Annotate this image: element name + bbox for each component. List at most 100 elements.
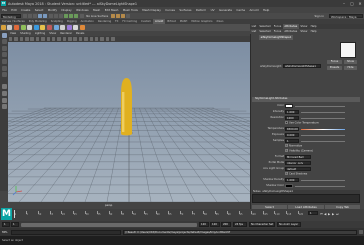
four-view-layout-icon[interactable] (1, 90, 7, 96)
range-inner-start-field[interactable]: 1 (11, 222, 19, 227)
exposure-slider[interactable] (301, 134, 345, 136)
node-tab[interactable]: aiSkyDomeLightShape1 (259, 35, 293, 40)
ae-menu-focus[interactable]: Focus (274, 30, 281, 33)
undo-icon[interactable] (38, 14, 43, 18)
menu-select[interactable]: Select (35, 8, 44, 12)
menu-mesh-tools[interactable]: Mesh Tools (123, 8, 138, 12)
menu-curves[interactable]: Curves (165, 8, 175, 12)
ae-menu-selected[interactable]: Selected (259, 30, 270, 33)
menu-edit[interactable]: Edit (11, 8, 16, 12)
viewport-menu-lighting[interactable]: Lighting (35, 32, 45, 35)
script-editor-icon[interactable] (359, 230, 364, 234)
rotate-tool-icon[interactable] (1, 58, 7, 64)
no-live-surface-label[interactable]: No Live Surface (86, 14, 108, 18)
camera-attributes-icon[interactable] (14, 37, 18, 41)
outliner-layout-icon[interactable] (1, 97, 7, 103)
menu-set-dropdown[interactable]: Modeling (1, 13, 21, 19)
menu-cache[interactable]: Cache (236, 8, 245, 12)
shadow-density-slider[interactable] (301, 179, 345, 181)
temperature-slider[interactable] (301, 128, 345, 130)
menu-surfaces[interactable]: Surfaces (179, 8, 191, 12)
presets-button[interactable]: Presets (327, 66, 342, 71)
grid-icon[interactable] (30, 37, 34, 41)
viewport-menu-view[interactable]: View (10, 32, 16, 35)
shadow-color-swatch[interactable] (285, 183, 293, 188)
range-inner-end-field[interactable]: 120 (199, 222, 209, 227)
character-set-dropdown[interactable]: No Character Set (249, 222, 275, 227)
viewport-menu-panels[interactable]: Panels (76, 32, 84, 35)
render-icon[interactable] (110, 14, 115, 18)
shelf-icon[interactable] (60, 25, 66, 30)
shelf-icon[interactable] (53, 25, 59, 30)
show-button[interactable]: Show (344, 60, 357, 65)
camera-icon[interactable] (8, 37, 13, 41)
image-plane-icon[interactable] (25, 37, 29, 41)
color-swatch[interactable] (285, 103, 293, 108)
select-object-icon[interactable] (53, 14, 58, 18)
snap-grid-icon[interactable] (64, 14, 69, 18)
ambient-occlusion-icon[interactable] (89, 37, 94, 41)
format-dropdown[interactable]: Mirrored Ball (285, 154, 311, 159)
hypershade-icon[interactable] (126, 14, 131, 18)
intensity-slider[interactable] (301, 111, 345, 113)
range-end2-field[interactable]: 200 (221, 222, 231, 227)
ae-menu-list[interactable]: List (252, 30, 257, 33)
shelf-icon[interactable] (40, 25, 46, 30)
smooth-shade-icon[interactable] (68, 37, 72, 41)
menu-help[interactable]: Help (263, 8, 269, 12)
shadow-color-slider[interactable] (295, 185, 345, 187)
shelf-icon[interactable] (33, 25, 39, 30)
menu-deform[interactable]: Deform (196, 8, 206, 12)
node-name-field[interactable]: aiSkyDomeLightShape1 (283, 64, 321, 69)
ae-menu-show[interactable]: Show (300, 30, 307, 33)
exposure-field[interactable]: 0.000 (285, 132, 299, 137)
open-scene-icon[interactable] (27, 14, 32, 18)
close-button[interactable]: ✕ (356, 1, 364, 6)
film-gate-icon[interactable] (35, 37, 40, 41)
new-scene-icon[interactable] (22, 14, 27, 18)
field-chart-icon[interactable] (51, 37, 56, 41)
redo-icon[interactable] (43, 14, 48, 18)
go-to-end-icon[interactable]: ⏭ (336, 212, 340, 216)
viewport-menu-show[interactable]: Show (49, 32, 56, 35)
normalize-checkbox[interactable]: ✓Normalize (285, 144, 302, 148)
save-scene-icon[interactable] (32, 14, 37, 18)
resolution-slider[interactable] (301, 117, 345, 119)
shelf-icon[interactable] (46, 25, 52, 30)
focus-button[interactable]: Focus (327, 60, 342, 65)
viewport-menu-shading[interactable]: Shading (20, 32, 31, 35)
visibility-camera-checkbox[interactable]: ✓Visibility (Camera) (285, 149, 313, 153)
scale-tool-icon[interactable] (1, 65, 7, 71)
maximize-button[interactable]: ▢ (348, 1, 356, 6)
menu-mesh-display[interactable]: Mesh Display (142, 8, 161, 12)
ae-menu-attributes[interactable]: Attributes (284, 30, 297, 33)
menu-edit-mesh[interactable]: Edit Mesh (105, 8, 119, 12)
shelf-icon[interactable] (13, 25, 19, 30)
motion-blur-icon[interactable] (94, 37, 99, 41)
menu-modify[interactable]: Modify (48, 8, 57, 12)
perspective-viewport[interactable] (8, 42, 250, 202)
shadows-icon[interactable] (84, 37, 88, 41)
select-tool-icon[interactable] (1, 32, 7, 38)
lasso-tool-icon[interactable] (1, 39, 7, 45)
safe-action-icon[interactable] (57, 37, 61, 41)
shelf-icon[interactable] (79, 25, 85, 30)
aov-light-group-field[interactable]: default (285, 166, 311, 171)
single-view-layout-icon[interactable] (1, 84, 7, 90)
shelf-icon[interactable] (73, 25, 79, 30)
ae-menu-help[interactable]: Help (311, 30, 317, 33)
menu-generate[interactable]: Generate (219, 8, 232, 12)
menu-create[interactable]: Create (21, 8, 30, 12)
workspace-dropdown[interactable]: Workspace : Maya Classic (329, 13, 363, 23)
skydome-attributes-section[interactable]: SkyDomeLight Attributes (252, 97, 360, 102)
xray-icon[interactable] (111, 37, 115, 41)
paint-select-tool-icon[interactable] (1, 45, 7, 51)
render-settings-icon[interactable] (121, 14, 126, 18)
ipr-render-icon[interactable] (115, 14, 120, 18)
shelf-icon[interactable] (0, 25, 6, 30)
command-input[interactable] (11, 229, 121, 235)
current-time-indicator[interactable] (14, 210, 16, 218)
use-color-temperature-checkbox[interactable]: Use Color Temperature (285, 121, 319, 125)
range-start-field[interactable]: 1 (2, 222, 10, 227)
intensity-field[interactable]: 1.000 (285, 109, 299, 114)
